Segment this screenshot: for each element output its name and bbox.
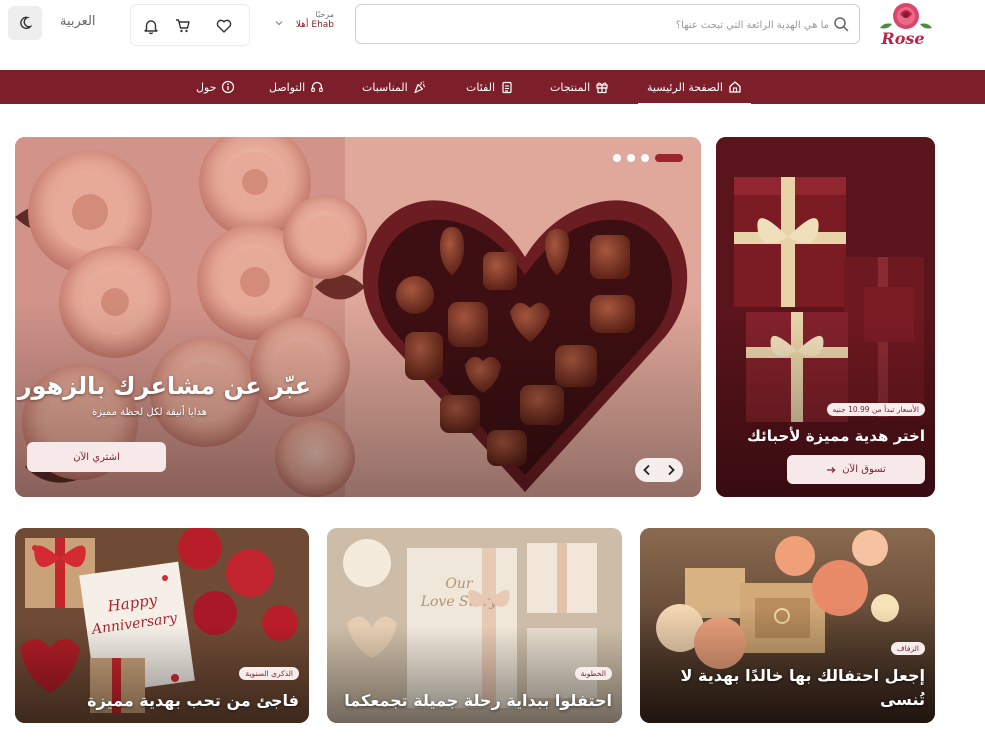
greeting-name: أهلا Ehab (295, 20, 334, 30)
slider-dot[interactable] (613, 154, 621, 162)
heart-icon[interactable] (215, 17, 233, 35)
promo-card: الأسعار تبدأ من 10.99 جنيه اختر هدية ممي… (716, 137, 935, 497)
nav-item-label: حول (196, 80, 217, 94)
nav-item-contact[interactable]: التواصل (269, 70, 324, 104)
bell-icon[interactable] (142, 17, 160, 35)
promo-title: اختر هدية مميزة لأحبائك (747, 427, 925, 445)
category-card-anniversary[interactable]: Happy Anniversary الذكرى السنوية فاجئ من… (15, 528, 309, 723)
category-title: احتفلوا ببداية رحلة جميلة تجمعكما (344, 691, 612, 710)
theme-toggle[interactable] (8, 6, 42, 40)
category-badge: الزفاف (890, 642, 925, 655)
category-card-wedding[interactable]: الزفاف إجعل احتفالك بها خالدًا بهدية لا … (640, 528, 935, 723)
moon-icon (20, 16, 32, 30)
nav-item-categories[interactable]: الفئات (466, 70, 514, 104)
category-badge: الذكرى السنوية (239, 667, 299, 680)
shop-now-button[interactable]: تسوق الآن (787, 455, 925, 484)
main-nav: الصفحة الرئيسية المنتجات الفئات المناسبا… (0, 70, 985, 105)
logo[interactable]: Rose (870, 0, 936, 52)
arrow-right-icon (827, 466, 836, 473)
nav-item-about[interactable]: حول (196, 70, 235, 104)
nav-item-products[interactable]: المنتجات (550, 70, 609, 104)
greeting-label: مرحبًا (315, 10, 335, 19)
hero-buy-button[interactable]: اشتري الآن (27, 442, 166, 472)
slider-arrows (635, 458, 683, 482)
hero-slider: عبّر عن مشاعرك بالزهور هدايا أنيقة لكل ل… (15, 137, 701, 497)
price-badge: الأسعار تبدأ من 10.99 جنيه (826, 403, 925, 416)
nav-item-occasions[interactable]: المناسبات (362, 70, 427, 104)
info-icon (222, 80, 235, 94)
language-switch[interactable]: العربية (60, 14, 96, 29)
nav-item-label: المناسبات (362, 80, 408, 94)
party-popper-icon (414, 81, 425, 94)
nav-item-label: الصفحة الرئيسية (647, 80, 723, 94)
header-actions (130, 4, 250, 46)
slider-next-button[interactable] (659, 458, 683, 482)
gift-icon (596, 82, 608, 94)
chevron-down-icon[interactable] (274, 18, 284, 28)
slider-dot-active[interactable] (655, 154, 683, 162)
slider-prev-button[interactable] (635, 458, 659, 482)
clipboard-icon (502, 81, 512, 94)
hero-title: عبّر عن مشاعرك بالزهور (17, 372, 311, 400)
user-greeting[interactable]: مرحبًا أهلا Ehab (270, 6, 340, 42)
search-input[interactable] (369, 14, 829, 36)
nav-item-label: التواصل (269, 80, 306, 94)
rose-logo-icon (880, 3, 932, 29)
chevron-left-icon (643, 464, 650, 476)
category-title: إجعل احتفالك بها خالدًا بهدية لا تُنسى (680, 666, 925, 709)
nav-item-home[interactable]: الصفحة الرئيسية (638, 70, 751, 105)
slider-dots (613, 154, 683, 162)
slider-dot[interactable] (641, 154, 649, 162)
site-header: Rose مرحبًا أهلا Ehab العربية (0, 0, 985, 70)
hero-subtitle: هدايا أنيقة لكل لحظة مميزة (92, 407, 207, 418)
category-badge: الخطوبة (574, 667, 612, 680)
cart-icon[interactable] (174, 17, 192, 35)
nav-item-label: الفئات (466, 80, 495, 94)
headset-icon (311, 81, 323, 93)
chevron-right-icon (668, 464, 675, 476)
home-icon (729, 81, 741, 93)
category-card-engagement[interactable]: Our Love Story الخطوبة احتفلوا ببداية رح… (327, 528, 622, 723)
nav-item-label: المنتجات (550, 80, 591, 94)
slider-dot[interactable] (627, 154, 635, 162)
search-icon[interactable] (833, 16, 849, 32)
category-title: فاجئ من تحب بهدية مميزة (87, 691, 299, 710)
svg-text:Rose: Rose (880, 29, 924, 48)
search-bar[interactable] (355, 4, 860, 44)
shop-now-label: تسوق الآن (842, 464, 886, 475)
